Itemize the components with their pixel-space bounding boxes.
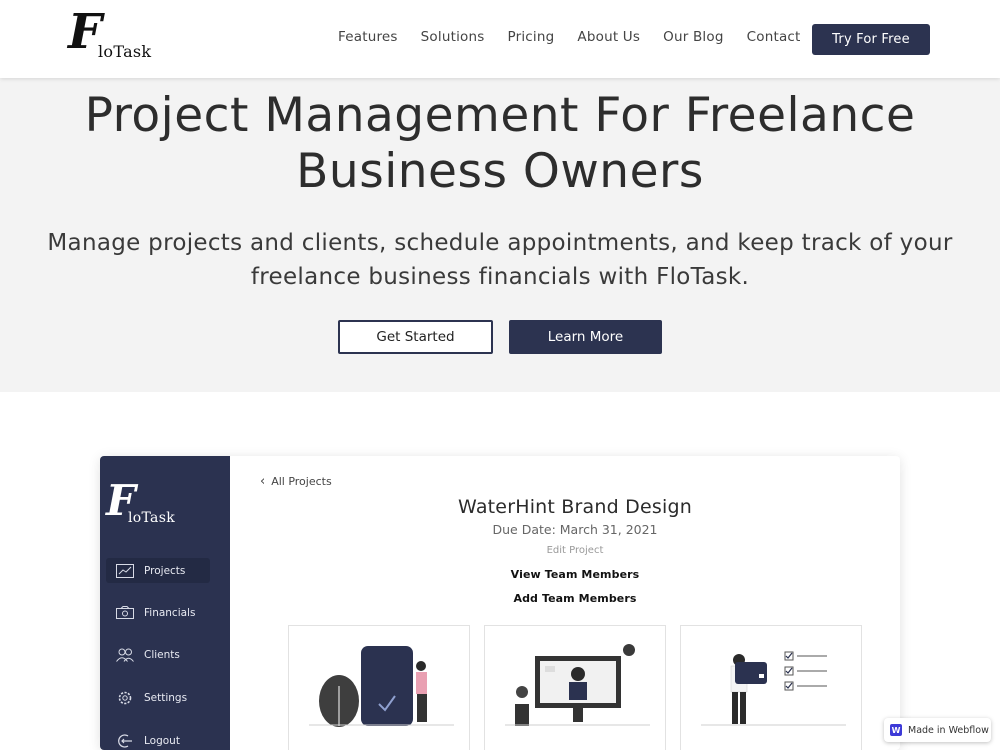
chart-icon [116, 563, 134, 579]
sidebar-item-label: Financials [144, 606, 196, 619]
logout-icon [116, 733, 134, 749]
money-icon [116, 605, 134, 621]
all-projects-link[interactable]: ‹ All Projects [260, 474, 332, 489]
sidebar-item-projects[interactable]: Projects [106, 558, 210, 583]
edit-project-link[interactable]: Edit Project [230, 545, 900, 556]
brand-logo[interactable]: F loTask [68, 8, 158, 64]
mobile-illustration [309, 646, 454, 727]
made-in-webflow-badge[interactable]: W Made in Webflow [884, 718, 991, 742]
project-due-date: Due Date: March 31, 2021 [492, 522, 658, 537]
app-logo: F loTask [106, 480, 196, 532]
webflow-logo-icon: W [890, 724, 902, 736]
sidebar-item-settings[interactable]: Settings [106, 685, 210, 710]
logo-text: loTask [98, 42, 152, 61]
hero-section: Project Management For Freelance Busines… [0, 78, 1000, 392]
nav-link-blog[interactable]: Our Blog [663, 29, 723, 45]
back-link-label: All Projects [271, 475, 332, 488]
app-preview: F loTask Projects Financials Clients Set… [100, 456, 900, 750]
checklist-illustration [701, 651, 846, 726]
nav-link-pricing[interactable]: Pricing [508, 29, 555, 45]
nav-link-solutions[interactable]: Solutions [421, 29, 485, 45]
logo-letter: F [68, 4, 103, 60]
add-team-members-link[interactable]: Add Team Members [230, 592, 900, 605]
nav-link-contact[interactable]: Contact [747, 29, 801, 45]
view-team-members-link[interactable]: View Team Members [230, 568, 900, 581]
app-logo-text: loTask [128, 510, 175, 526]
top-navbar: F loTask Features Solutions Pricing Abou… [0, 0, 1000, 78]
badge-text: Made in Webflow [908, 724, 989, 736]
feature-card-mobile[interactable] [288, 625, 470, 750]
nav-link-about[interactable]: About Us [577, 29, 640, 45]
hero-title-line2: Business Owners [296, 144, 704, 199]
hero-subtitle-line2: freelance business financials with FloTa… [250, 264, 750, 290]
hero-title-line1: Project Management For Freelance [84, 88, 916, 143]
nav-link-features[interactable]: Features [338, 29, 398, 45]
learn-more-button[interactable]: Learn More [509, 320, 662, 354]
sidebar-item-label: Settings [144, 691, 188, 704]
nav-menu: Features Solutions Pricing About Us Our … [338, 29, 824, 45]
app-sidebar: F loTask Projects Financials Clients Set… [100, 456, 230, 750]
sidebar-item-label: Logout [144, 734, 180, 747]
gear-icon [116, 690, 134, 706]
try-for-free-button[interactable]: Try For Free [812, 24, 930, 55]
sidebar-item-clients[interactable]: Clients [106, 642, 210, 667]
sidebar-item-logout[interactable]: Logout [106, 728, 210, 750]
get-started-button[interactable]: Get Started [338, 320, 493, 354]
sidebar-item-label: Clients [144, 648, 180, 661]
hero-subtitle: Manage projects and clients, schedule ap… [40, 226, 960, 294]
sidebar-item-financials[interactable]: Financials [106, 600, 210, 625]
hero-subtitle-line1: Manage projects and clients, schedule ap… [47, 230, 953, 256]
project-title: WaterHint Brand Design [458, 496, 692, 518]
feature-card-video[interactable] [484, 625, 666, 750]
feature-card-checklist[interactable] [680, 625, 862, 750]
chevron-left-icon: ‹ [260, 474, 266, 489]
hero-title: Project Management For Freelance Busines… [0, 88, 1000, 200]
sidebar-item-label: Projects [144, 564, 186, 577]
users-icon [116, 647, 134, 663]
video-call-illustration [505, 644, 650, 726]
